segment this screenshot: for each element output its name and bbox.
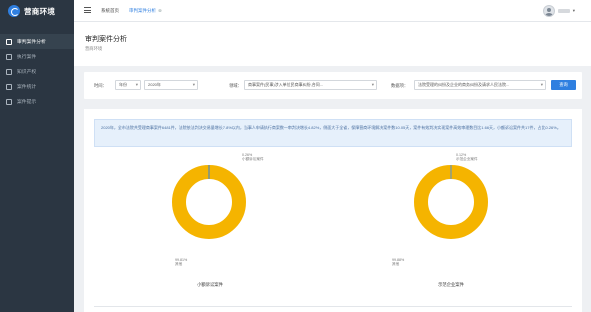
chart-title: 示范企业案件	[438, 282, 464, 287]
chevron-down-icon[interactable]: ▾	[573, 8, 575, 14]
pct-label-bottom: 99.81% 其他	[175, 258, 188, 267]
logo-icon	[8, 5, 20, 17]
page-tabs: 系统首页 审判案件分析 ⊗	[101, 8, 162, 14]
sidebar: 营商环境 审判案件分析 执行案件 知识产权 案件统计 案件提示	[0, 0, 74, 312]
donut-chart-small-claims	[172, 165, 246, 239]
document-icon	[6, 53, 12, 60]
top-bar: 系统首页 审判案件分析 ⊗ ▾	[74, 0, 591, 22]
sidebar-item-ip[interactable]: 知识产权	[0, 64, 74, 79]
user-name-redacted	[557, 9, 570, 13]
domain-select[interactable]: 商事案件(民事)涉入单位民商事纠纷,合同...	[244, 80, 377, 90]
page-header: 审判案件分析 营商环境	[74, 22, 591, 66]
pct-label-top: 0.12% 示范企业案件	[456, 153, 478, 162]
pct-label-top: 0.26% 小额诉讼案件	[242, 153, 264, 162]
query-button[interactable]: 查询	[551, 80, 576, 90]
sidebar-item-label: 知识产权	[17, 70, 37, 75]
filter-bar: 时间： 年份 2020年 领域： 商事案件(民事)涉入单位民商事纠纷,合同...…	[84, 72, 582, 99]
logo-text: 营商环境	[24, 6, 56, 16]
divider	[94, 306, 572, 307]
document-icon	[6, 68, 12, 75]
tab-trial-analysis[interactable]: 审判案件分析 ⊗	[129, 8, 162, 14]
data-item-select[interactable]: 法院受理的纠纷及企业的商务纠纷及请求人民法院...	[414, 80, 546, 90]
domain-label: 领域：	[229, 83, 242, 88]
user-menu[interactable]: ▾	[542, 5, 575, 17]
sidebar-nav: 审判案件分析 执行案件 知识产权 案件统计 案件提示	[0, 34, 74, 109]
period-select[interactable]: 年份	[115, 80, 141, 90]
app-logo[interactable]: 营商环境	[8, 5, 55, 17]
tab-home[interactable]: 系统首页	[101, 8, 119, 14]
content-panel: 2020年，全市法院共受理商事案件6481件，法院依法判决交易量增长7.8%以内…	[84, 109, 582, 312]
pct-label-bottom: 99.88% 其他	[392, 258, 405, 267]
sidebar-item-label: 案件统计	[17, 85, 37, 90]
sidebar-item-trial-analysis[interactable]: 审判案件分析	[0, 34, 74, 49]
document-icon	[6, 98, 12, 105]
sidebar-item-execution[interactable]: 执行案件	[0, 49, 74, 64]
breadcrumb: 营商环境	[85, 46, 103, 51]
donut-ring-other	[172, 165, 246, 239]
tab-label: 审判案件分析	[129, 8, 156, 13]
chart-icon	[6, 38, 12, 45]
sidebar-item-alerts[interactable]: 案件提示	[0, 94, 74, 109]
document-icon	[6, 83, 12, 90]
data-item-label: 数据项：	[391, 83, 409, 88]
hamburger-menu-icon[interactable]	[84, 7, 91, 13]
sidebar-item-label: 执行案件	[17, 55, 37, 60]
time-label: 时间：	[94, 83, 107, 88]
donut-ring-other	[414, 165, 488, 239]
page-title: 审判案件分析	[85, 36, 127, 43]
close-icon[interactable]: ⊗	[158, 8, 162, 13]
donut-chart-demo-enterprise	[414, 165, 488, 239]
sidebar-item-label: 审判案件分析	[17, 40, 46, 45]
year-select[interactable]: 2020年	[144, 80, 198, 90]
avatar[interactable]	[542, 5, 555, 17]
chart-title: 小额诉讼案件	[197, 282, 223, 287]
summary-banner: 2020年，全市法院共受理商事案件6481件，法院依法判决交易量增长7.8%以内…	[94, 119, 572, 147]
sidebar-item-label: 案件提示	[17, 100, 37, 105]
sidebar-item-statistics[interactable]: 案件统计	[0, 79, 74, 94]
